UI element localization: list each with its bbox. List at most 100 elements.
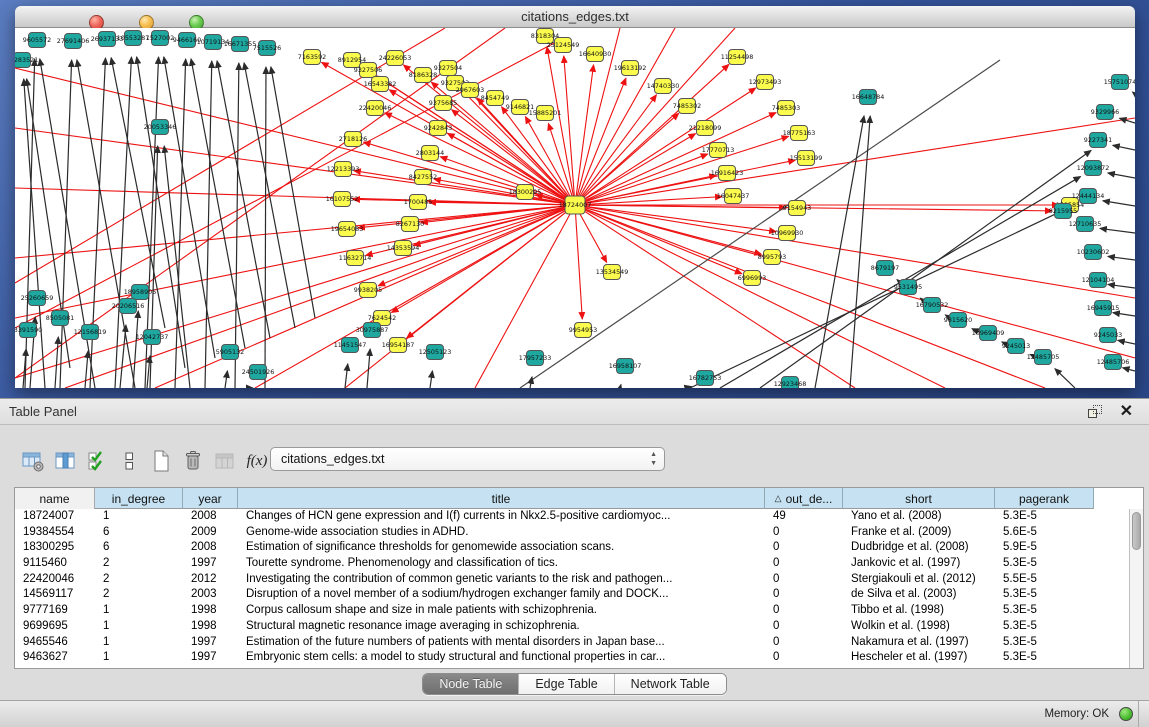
column-header-name[interactable]: name bbox=[15, 488, 95, 509]
graph-node[interactable]: 16958107 bbox=[609, 359, 642, 374]
graph-node[interactable]: 8505081 bbox=[46, 311, 74, 326]
table-row[interactable]: 2242004622012Investigating the contribut… bbox=[15, 572, 1129, 588]
graph-node[interactable]: 21218099 bbox=[689, 121, 722, 136]
graph-node[interactable]: 9154943 bbox=[783, 201, 811, 216]
table-selector-dropdown[interactable]: citations_edges.txt ▲▼ bbox=[270, 447, 665, 471]
graph-node[interactable]: 9329966 bbox=[1091, 105, 1119, 120]
window-titlebar[interactable]: citations_edges.txt bbox=[15, 6, 1135, 28]
table-row[interactable]: 1938455462009Genome-wide association stu… bbox=[15, 525, 1129, 541]
delete-column-icon[interactable] bbox=[178, 446, 208, 476]
show-columns-icon[interactable] bbox=[50, 446, 80, 476]
graph-node[interactable]: 16047437 bbox=[717, 189, 750, 204]
graph-node[interactable]: 20206516 bbox=[112, 299, 145, 314]
graph-node[interactable]: 8679197 bbox=[871, 261, 899, 276]
graph-node[interactable]: 7485303 bbox=[772, 101, 800, 116]
graph-node[interactable]: 16916423 bbox=[711, 166, 744, 181]
table-row[interactable]: 1872400712008Changes of HCN gene express… bbox=[15, 509, 1129, 525]
graph-node[interactable]: 16954187 bbox=[382, 338, 415, 353]
scrollbar-thumb[interactable] bbox=[1132, 512, 1141, 550]
graph-node[interactable]: 11632714 bbox=[339, 251, 372, 266]
graph-node[interactable]: 27691406 bbox=[57, 34, 90, 49]
graph-edge bbox=[133, 311, 138, 388]
table-row[interactable]: 1830029562008Estimation of significance … bbox=[15, 540, 1129, 556]
graph-node[interactable]: 9605572 bbox=[23, 33, 51, 48]
graph-node[interactable]: 12156819 bbox=[74, 325, 107, 340]
graph-node[interactable]: 5905132 bbox=[216, 345, 244, 360]
table-row[interactable]: 969969511998Structural magnetic resonanc… bbox=[15, 619, 1129, 635]
graph-node[interactable]: 8267130 bbox=[396, 217, 424, 232]
graph-node[interactable]: 9938205 bbox=[354, 283, 382, 298]
graph-node[interactable]: 16640930 bbox=[579, 47, 612, 62]
graph-node[interactable]: 12505123 bbox=[419, 345, 452, 360]
graph-node[interactable]: 12923468 bbox=[774, 377, 807, 389]
float-panel-icon[interactable] bbox=[1088, 405, 1103, 419]
tab-edge-table[interactable]: Edge Table bbox=[519, 674, 614, 694]
close-panel-icon[interactable]: ✕ bbox=[1120, 401, 1133, 421]
graph-node[interactable]: 2803144 bbox=[416, 146, 444, 161]
table-row[interactable]: 946362711997Embryonic stem cells: a mode… bbox=[15, 650, 1129, 666]
graph-node[interactable]: 17957233 bbox=[519, 351, 552, 366]
graph-node[interactable]: 3391590 bbox=[15, 323, 42, 338]
graph-node[interactable]: 9531495 bbox=[894, 280, 922, 295]
column-header-pagerank[interactable]: pagerank bbox=[995, 488, 1094, 509]
graph-node[interactable]: 16782753 bbox=[689, 371, 722, 386]
graph-node[interactable]: 12093872 bbox=[1077, 161, 1110, 176]
table-row[interactable]: 911546021997Tourette syndrome. Phenomeno… bbox=[15, 556, 1129, 572]
graph-node-label: 12710635 bbox=[1069, 220, 1102, 228]
graph-node[interactable]: 24226053 bbox=[379, 51, 412, 66]
graph-node[interactable]: 19613192 bbox=[614, 61, 647, 76]
column-header-out_de[interactable]: △out_de... bbox=[765, 488, 843, 509]
graph-node[interactable]: 24501926 bbox=[242, 365, 275, 380]
graph-node[interactable]: 14353594 bbox=[387, 241, 420, 256]
graph-node[interactable]: 10969409 bbox=[972, 326, 1005, 341]
graph-node[interactable]: 1527002 bbox=[146, 31, 174, 46]
graph-node[interactable]: 25260659 bbox=[21, 291, 54, 306]
new-column-icon[interactable] bbox=[146, 446, 176, 476]
graph-node[interactable]: 8995793 bbox=[758, 250, 786, 265]
graph-edge bbox=[385, 113, 575, 205]
graph-node-label: 16945915 bbox=[1087, 304, 1120, 312]
column-header-title[interactable]: title bbox=[238, 488, 765, 509]
table-settings-icon[interactable] bbox=[18, 446, 48, 476]
function-builder-icon[interactable]: f(x) bbox=[242, 446, 272, 476]
graph-node[interactable]: 12973493 bbox=[749, 75, 782, 90]
table-cell: Yano et al. (2008) bbox=[843, 509, 995, 525]
column-header-year[interactable]: year bbox=[183, 488, 238, 509]
graph-node[interactable]: 15513199 bbox=[790, 151, 823, 166]
graph-node[interactable]: 11254498 bbox=[721, 50, 754, 65]
graph-node[interactable]: 9327504 bbox=[434, 61, 462, 76]
network-canvas[interactable]: 1872400789129549327506242260531654338281… bbox=[15, 28, 1135, 388]
table-cell: 0 bbox=[765, 556, 843, 572]
graph-node[interactable]: 10230602 bbox=[1077, 245, 1110, 260]
graph-node[interactable]: 12485706 bbox=[1097, 355, 1130, 370]
select-columns-icon[interactable] bbox=[82, 446, 112, 476]
graph-node[interactable]: 10553287 bbox=[117, 31, 150, 46]
graph-node[interactable]: 18775163 bbox=[783, 126, 816, 141]
table-row[interactable]: 1456911722003Disruption of a novel membe… bbox=[15, 587, 1129, 603]
graph-node[interactable]: 14740330 bbox=[647, 79, 680, 94]
graph-node[interactable]: 9227341 bbox=[1084, 133, 1112, 148]
row-height-icon[interactable] bbox=[114, 446, 144, 476]
graph-node[interactable]: 12710635 bbox=[1069, 217, 1102, 232]
graph-node[interactable]: 7515526 bbox=[253, 41, 281, 56]
tab-node-table[interactable]: Node Table bbox=[423, 674, 519, 694]
graph-node[interactable]: 16107552 bbox=[326, 192, 359, 207]
graph-node[interactable]: 16648784 bbox=[852, 90, 885, 105]
graph-node[interactable]: 1700485 bbox=[404, 195, 432, 210]
column-header-short[interactable]: short bbox=[843, 488, 995, 509]
graph-node[interactable]: 9375685 bbox=[429, 96, 457, 111]
table-row[interactable]: 977716911998Corpus callosum shape and si… bbox=[15, 603, 1129, 619]
graph-node[interactable]: 13534549 bbox=[596, 265, 629, 280]
vertical-scrollbar[interactable] bbox=[1129, 509, 1143, 668]
graph-node[interactable]: 19654083 bbox=[331, 222, 364, 237]
table-row[interactable]: 946554611997Estimation of the future num… bbox=[15, 635, 1129, 651]
graph-node[interactable]: 9815620 bbox=[944, 313, 972, 328]
tab-network-table[interactable]: Network Table bbox=[615, 674, 726, 694]
graph-node[interactable]: 9245013 bbox=[1002, 339, 1030, 354]
graph-node[interactable]: 12485705 bbox=[1027, 350, 1060, 365]
graph-node[interactable]: 12104104 bbox=[1082, 273, 1115, 288]
graph-node[interactable]: 15751074 bbox=[1104, 75, 1135, 90]
graph-node[interactable]: 9954953 bbox=[569, 323, 597, 338]
column-header-in_degree[interactable]: in_degree bbox=[95, 488, 183, 509]
graph-node[interactable]: 6996993 bbox=[738, 271, 766, 286]
